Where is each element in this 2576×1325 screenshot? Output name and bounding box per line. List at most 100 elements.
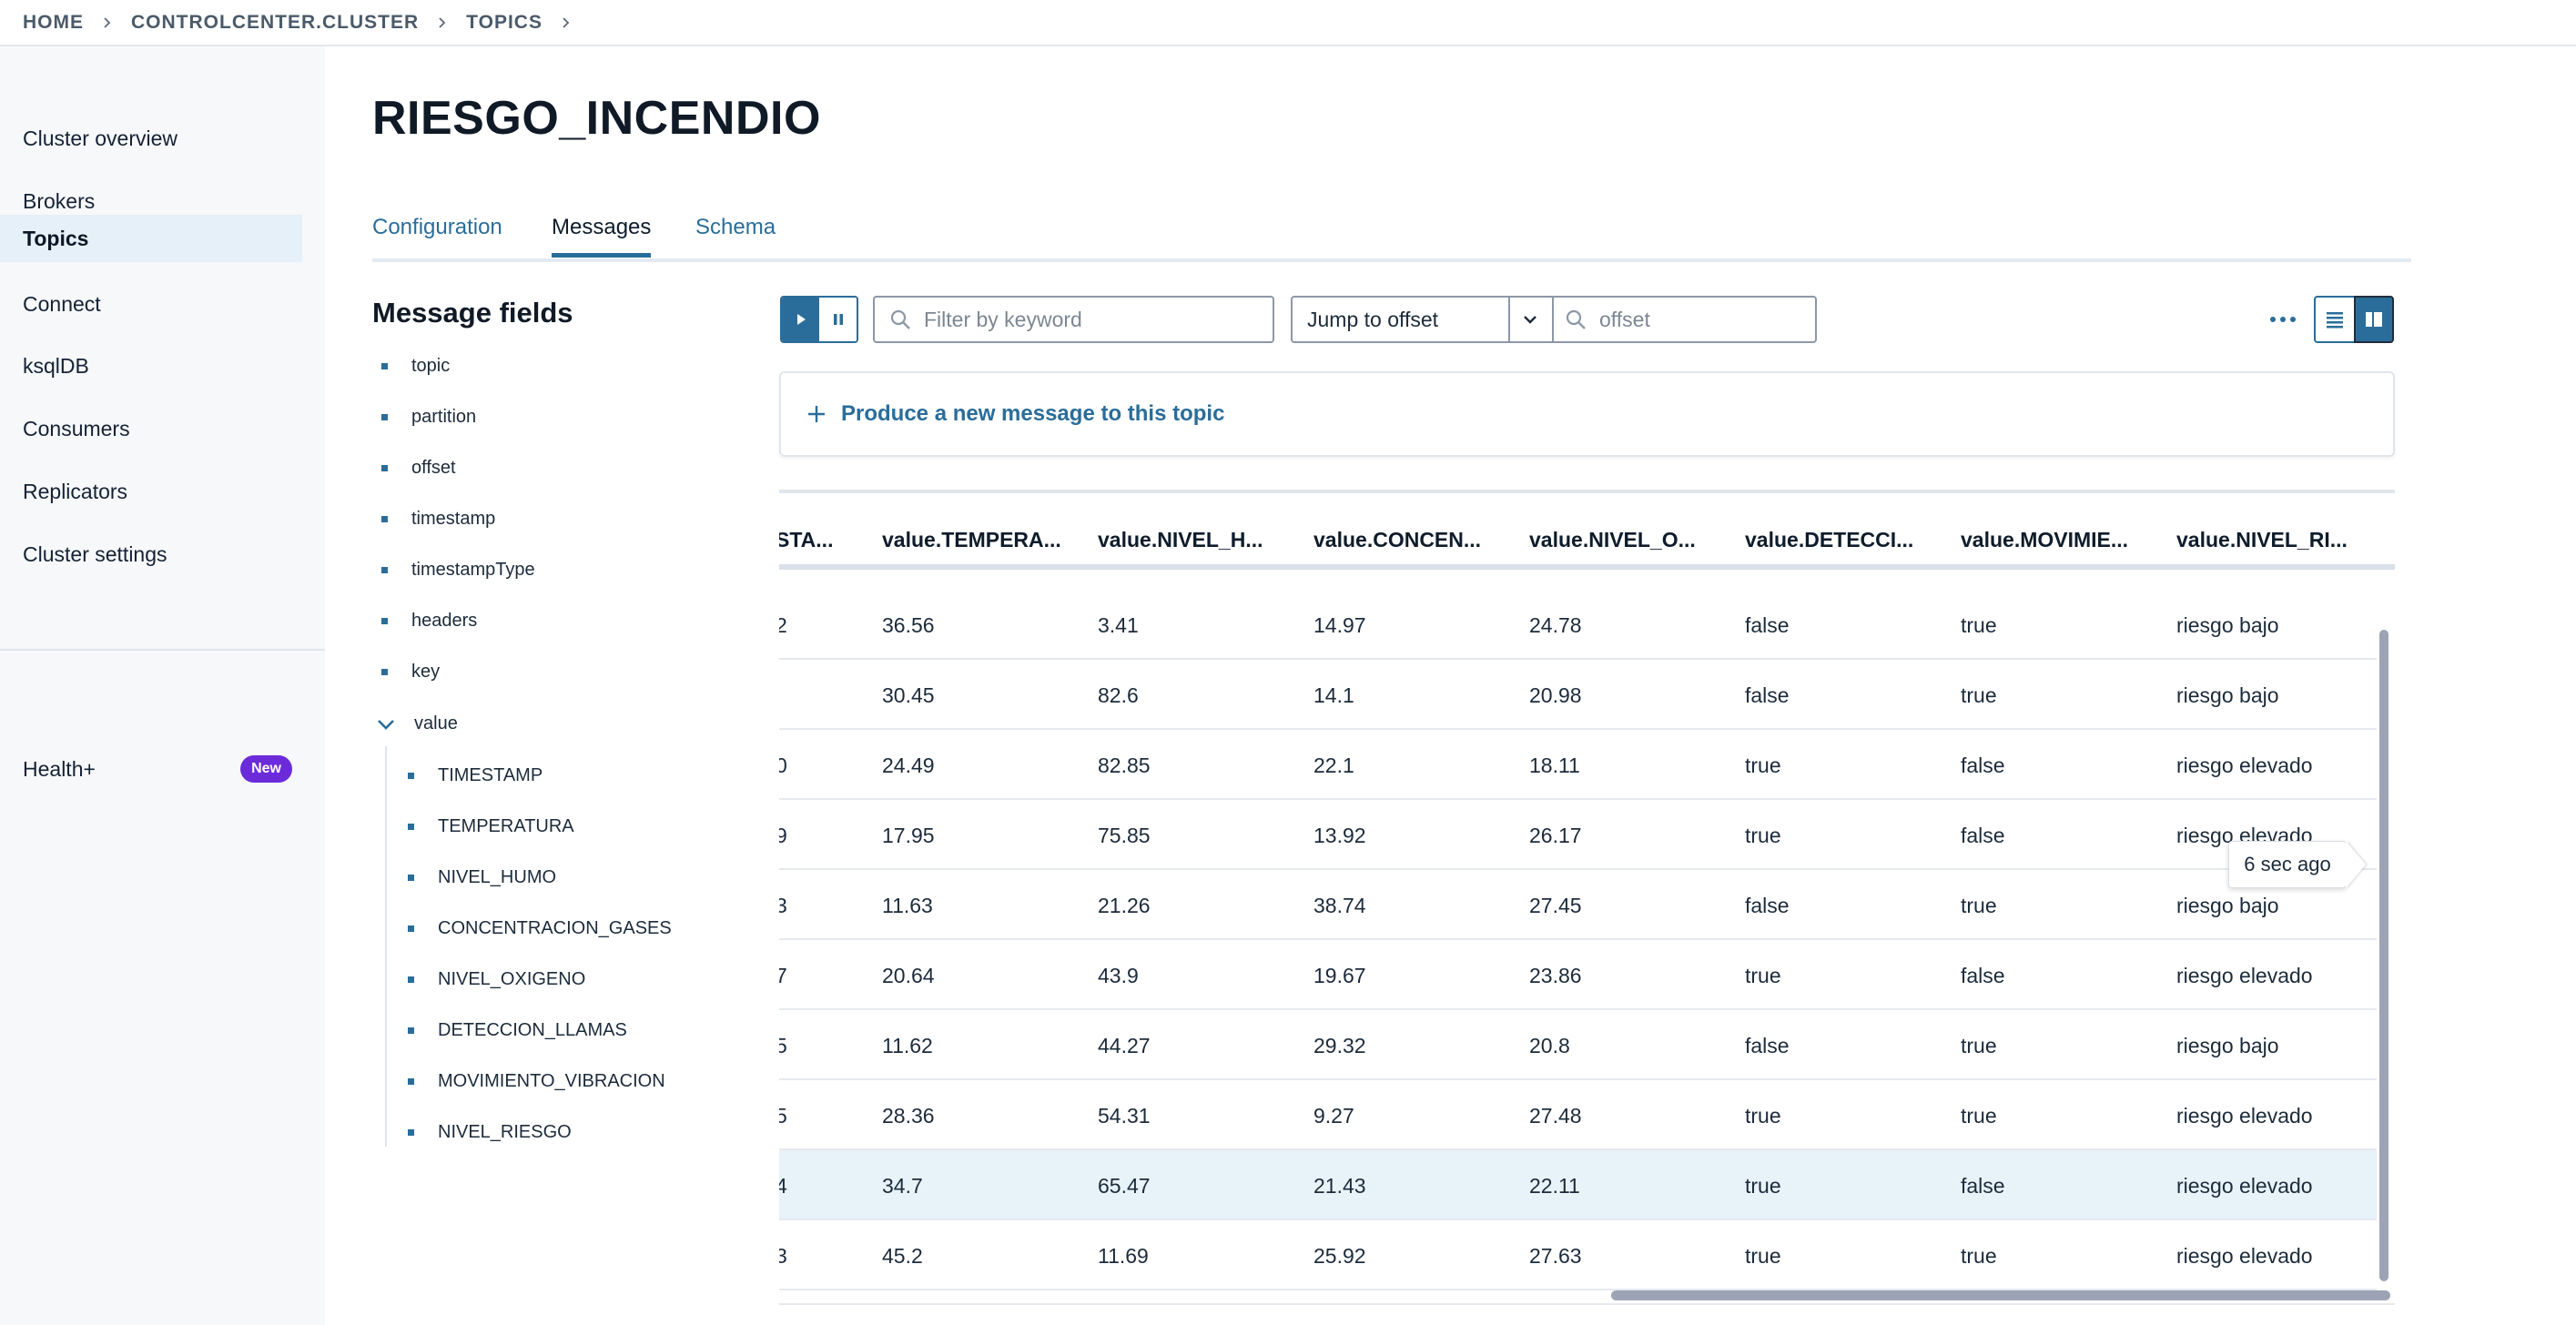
table-cell: true xyxy=(1961,1244,1997,1268)
table-row[interactable]: 5 11.62 44.27 29.32 20.8 false true riesgo bajo xyxy=(779,1010,2377,1080)
table-row[interactable]: 9 17.95 75.85 13.92 26.17 true false riesgo ele… xyxy=(779,800,2377,870)
subfield-deteccion-llamas[interactable]: DETECCION_LLAMAS xyxy=(408,1020,627,1041)
field-label: NIVEL_OXIGENO xyxy=(438,969,586,989)
sidebar-item-connect[interactable]: Connect xyxy=(0,280,302,328)
field-offset[interactable]: offset xyxy=(381,458,456,479)
bullet-icon xyxy=(381,465,388,471)
table-cell: riesgo elevado xyxy=(2176,1104,2313,1128)
subfield-nivel-humo[interactable]: NIVEL_HUMO xyxy=(408,867,556,888)
subfield-timestamp[interactable]: TIMESTAMP xyxy=(408,765,543,786)
table-row[interactable]: 2 36.56 3.41 14.97 24.78 false true riesgo bajo xyxy=(779,590,2377,660)
jump-select[interactable]: Jump to offset xyxy=(1291,296,1510,343)
column-header[interactable]: STA... xyxy=(779,528,833,552)
produce-message-card[interactable]: Produce a new message to this topic xyxy=(779,371,2395,457)
chevron-right-icon xyxy=(430,10,455,35)
breadcrumb-home[interactable]: HOME xyxy=(23,12,84,34)
table-row[interactable]: 3 45.2 11.69 25.92 27.63 true true riesgo eleva… xyxy=(779,1220,2377,1290)
sidebar-item-cluster-overview[interactable]: Cluster overview xyxy=(0,115,302,162)
table-cell: riesgo elevado xyxy=(2176,1174,2313,1198)
table-cell: 4 xyxy=(779,1174,787,1198)
subfield-movimiento-vibracion[interactable]: MOVIMIENTO_VIBRACION xyxy=(408,1071,665,1092)
sidebar-item-cluster-settings[interactable]: Cluster settings xyxy=(0,531,302,578)
table-cell: 9 xyxy=(779,824,787,847)
bullet-icon xyxy=(408,773,414,779)
column-header[interactable]: value.NIVEL_O... xyxy=(1529,528,1696,552)
column-header[interactable]: value.TEMPERA... xyxy=(882,528,1061,552)
table-cell: true xyxy=(1961,613,1997,637)
table-cell: 13.92 xyxy=(1313,824,1366,847)
search-icon xyxy=(890,309,910,329)
sidebar-item-replicators[interactable]: Replicators xyxy=(0,468,302,515)
jump-select-dropdown[interactable] xyxy=(1508,296,1554,343)
table-row[interactable]: 5 28.36 54.31 9.27 27.48 true true riesgo eleva… xyxy=(779,1080,2377,1150)
field-label: value xyxy=(414,713,458,733)
sidebar-item-consumers[interactable]: Consumers xyxy=(0,405,302,452)
pause-button[interactable] xyxy=(819,298,857,341)
column-header[interactable]: value.MOVIMIE... xyxy=(1961,528,2128,552)
table-row[interactable]: 7 20.64 43.9 19.67 23.86 true false riesgo elev… xyxy=(779,940,2377,1010)
list-view-button[interactable] xyxy=(2314,296,2354,343)
table-view-button[interactable] xyxy=(2354,296,2394,343)
table-row[interactable]: 4 34.7 65.47 21.43 22.11 true false riesgo elev… xyxy=(779,1150,2377,1220)
vertical-scrollbar[interactable] xyxy=(2379,630,2388,1281)
table-row[interactable]: 3 11.63 21.26 38.74 27.45 false true riesgo baj… xyxy=(779,870,2377,940)
bullet-icon xyxy=(408,976,414,983)
field-key[interactable]: key xyxy=(381,662,440,683)
breadcrumb-cluster[interactable]: CONTROLCENTER.CLUSTER xyxy=(131,12,419,34)
tab-messages[interactable]: Messages xyxy=(552,215,652,258)
tab-configuration[interactable]: Configuration xyxy=(372,215,502,253)
table-cell: true xyxy=(1745,1104,1781,1128)
tooltip-text: 6 sec ago xyxy=(2244,853,2331,875)
messages-table: STA... value.TEMPERA... value.NIVEL_H...… xyxy=(779,493,2395,1303)
table-cell: 11.63 xyxy=(882,894,933,917)
field-partition[interactable]: partition xyxy=(381,407,476,428)
table-cell: 5 xyxy=(779,1104,787,1128)
table-cell: true xyxy=(1745,754,1781,777)
subfield-concentracion-gases[interactable]: CONCENTRACION_GASES xyxy=(408,918,672,939)
field-headers[interactable]: headers xyxy=(381,611,477,632)
field-label: MOVIMIENTO_VIBRACION xyxy=(438,1071,665,1091)
field-label: DETECCION_LLAMAS xyxy=(438,1020,627,1040)
bullet-icon xyxy=(408,1027,414,1034)
field-value[interactable]: value xyxy=(376,713,458,734)
sidebar-item-health-plus[interactable]: Health+ New xyxy=(23,747,292,791)
field-label: timestampType xyxy=(411,560,535,580)
more-options-button[interactable] xyxy=(2267,299,2299,339)
filter-box xyxy=(873,296,1274,343)
breadcrumb-topics[interactable]: TOPICS xyxy=(466,12,543,34)
table-cell: riesgo bajo xyxy=(2176,894,2279,917)
field-timestamptype[interactable]: timestampType xyxy=(381,560,535,581)
sidebar-item-ksqldb[interactable]: ksqlDB xyxy=(0,342,302,389)
table-cell: 38.74 xyxy=(1313,894,1366,917)
produce-message-label: Produce a new message to this topic xyxy=(841,401,1225,426)
table-cell: riesgo elevado xyxy=(2176,754,2313,777)
column-header[interactable]: value.DETECCI... xyxy=(1745,528,1913,552)
table-cell: 0 xyxy=(779,754,787,777)
column-header[interactable]: value.NIVEL_H... xyxy=(1098,528,1263,552)
table-cell: false xyxy=(1745,683,1790,707)
table-cell: riesgo bajo xyxy=(2176,1034,2279,1057)
tab-schema[interactable]: Schema xyxy=(695,215,776,253)
field-timestamp[interactable]: timestamp xyxy=(381,509,495,530)
field-topic[interactable]: topic xyxy=(381,356,450,377)
play-button[interactable] xyxy=(782,298,819,341)
filter-keyword-input[interactable] xyxy=(922,306,1273,333)
field-label: headers xyxy=(411,611,478,631)
subfield-temperatura[interactable]: TEMPERATURA xyxy=(408,816,574,837)
table-row[interactable]: 0 24.49 82.85 22.1 18.11 true false riesgo elev… xyxy=(779,730,2377,800)
sidebar-item-topics[interactable]: Topics xyxy=(0,215,302,262)
subfield-nivel-oxigeno[interactable]: NIVEL_OXIGENO xyxy=(408,969,585,990)
list-view-icon xyxy=(2327,312,2343,329)
table-cell: 25.92 xyxy=(1313,1244,1366,1268)
more-horizontal-icon xyxy=(2270,317,2296,322)
column-header[interactable]: value.CONCEN... xyxy=(1313,528,1481,552)
table-cell: 3.41 xyxy=(1098,613,1139,637)
table-row[interactable]: 30.45 82.6 14.1 20.98 false true riesgo bajo xyxy=(779,660,2377,730)
table-cell: 27.45 xyxy=(1529,894,1582,917)
column-header[interactable]: value.NIVEL_RI... xyxy=(2176,528,2348,552)
chevron-down-icon[interactable] xyxy=(376,714,396,734)
horizontal-scrollbar[interactable] xyxy=(1611,1290,2390,1300)
table-header: STA... value.TEMPERA... value.NIVEL_H...… xyxy=(779,493,2395,570)
subfield-nivel-riesgo[interactable]: NIVEL_RIESGO xyxy=(408,1122,572,1143)
offset-input[interactable] xyxy=(1597,306,1815,333)
